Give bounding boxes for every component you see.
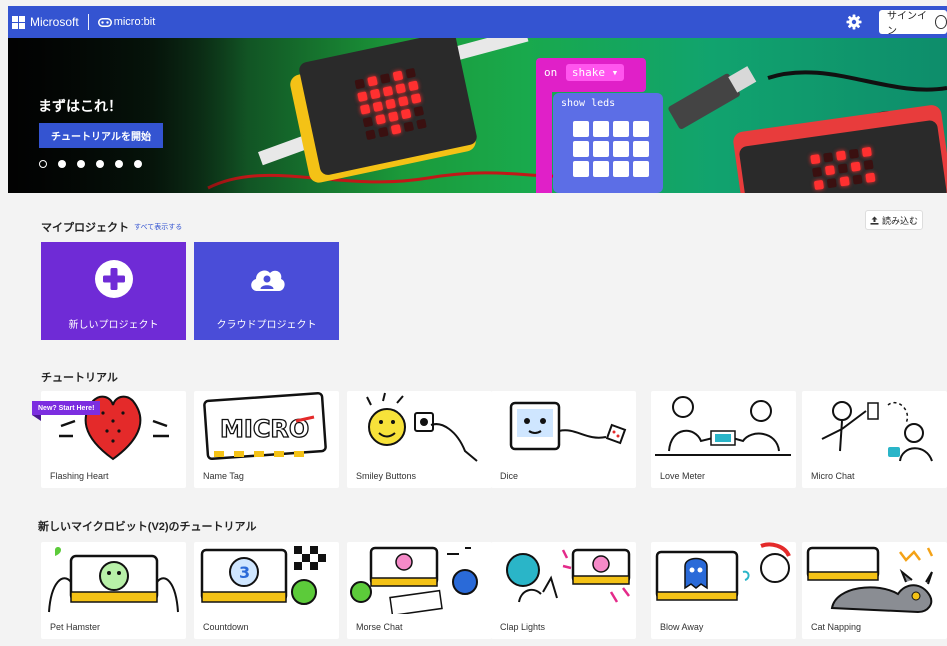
my-projects-title: マイプロジェクト bbox=[41, 222, 129, 234]
clap-lights-illustration bbox=[506, 548, 631, 603]
signin-button[interactable]: サインイン bbox=[879, 10, 947, 37]
tutorial-card-name-tag[interactable]: MICRO Name Tag bbox=[194, 391, 339, 488]
hero-banner: on shake ▾ show leds まずはこれ！ チュートリアルを開始 bbox=[8, 38, 947, 193]
code-block-on-shake: on shake ▾ bbox=[536, 58, 646, 92]
v2-tutorials-title: 新しいマイクロビット(V2)のチュートリアル bbox=[38, 521, 257, 533]
carousel-dots bbox=[39, 160, 142, 168]
svg-text:MICRO: MICRO bbox=[220, 415, 309, 443]
new-start-here-badge: New? Start Here! bbox=[32, 401, 101, 415]
svg-text:3: 3 bbox=[239, 563, 250, 582]
carousel-dot-4[interactable] bbox=[96, 160, 104, 168]
microsoft-text: Microsoft bbox=[30, 15, 79, 29]
tutorial-caption: Cat Napping bbox=[811, 622, 862, 632]
code-block-stem bbox=[536, 88, 552, 193]
import-label: 読み込む bbox=[881, 215, 918, 226]
ribbon-fold bbox=[32, 415, 41, 421]
start-tutorial-button[interactable]: チュートリアルを開始 bbox=[39, 123, 163, 148]
gear-icon[interactable] bbox=[845, 13, 863, 31]
cloud-user-icon bbox=[250, 270, 285, 291]
tutorial-card-pet-hamster[interactable]: Pet Hamster bbox=[41, 542, 186, 639]
tutorial-caption: Smiley Buttons bbox=[356, 471, 417, 481]
carousel-dot-1[interactable] bbox=[39, 160, 47, 168]
tutorial-caption: Countdown bbox=[203, 622, 249, 632]
tutorial-card-morse-chat[interactable]: Morse Chat bbox=[347, 542, 492, 639]
microsoft-squares-icon bbox=[12, 15, 25, 29]
carousel-dot-6[interactable] bbox=[134, 160, 142, 168]
micro-chat-illustration bbox=[821, 401, 933, 462]
upload-icon bbox=[870, 216, 879, 225]
top-bar: Microsoft micro:bit サインイン bbox=[8, 6, 947, 38]
carousel-dot-5[interactable] bbox=[115, 160, 123, 168]
tutorial-caption: Pet Hamster bbox=[50, 622, 101, 632]
import-button[interactable]: 読み込む bbox=[865, 210, 923, 230]
microbit-text: micro:bit bbox=[113, 16, 156, 28]
tutorial-card-cat-napping[interactable]: Cat Napping bbox=[802, 542, 947, 639]
microbit-icon bbox=[97, 17, 112, 27]
plus-circle-icon bbox=[94, 260, 133, 298]
cloud-project-label: クラウドプロジェクト bbox=[216, 320, 317, 331]
love-meter-illustration bbox=[655, 396, 791, 456]
tutorial-caption: Love Meter bbox=[660, 471, 706, 481]
led-heart-grid bbox=[354, 67, 427, 141]
microbit-logo[interactable]: micro:bit bbox=[97, 16, 156, 28]
tutorial-card-dice[interactable]: Dice bbox=[491, 391, 636, 488]
smiley-button-illustration bbox=[366, 392, 478, 462]
tutorials-title: チュートリアル bbox=[41, 372, 118, 384]
new-project-card[interactable]: 新しいプロジェクト bbox=[41, 242, 186, 340]
tutorial-card-clap-lights[interactable]: Clap Lights bbox=[491, 542, 636, 639]
tutorial-caption: Dice bbox=[500, 471, 519, 481]
tutorial-caption: Morse Chat bbox=[356, 622, 403, 632]
tutorial-caption: Flashing Heart bbox=[50, 471, 109, 481]
blow-away-illustration bbox=[655, 542, 791, 601]
microsoft-logo[interactable]: Microsoft bbox=[12, 15, 79, 29]
show-leds-grid bbox=[573, 121, 655, 177]
pet-hamster-illustration bbox=[48, 547, 179, 613]
tutorial-caption: Clap Lights bbox=[500, 622, 546, 632]
signin-label: サインイン bbox=[887, 11, 927, 37]
code-block-show-leds: show leds bbox=[553, 93, 663, 193]
countdown-illustration: 3 bbox=[200, 546, 326, 605]
user-avatar-icon bbox=[934, 15, 947, 29]
morse-chat-illustration bbox=[350, 546, 478, 614]
led-board-right-grid bbox=[810, 146, 876, 191]
hero-title: まずはこれ！ bbox=[38, 98, 122, 114]
tutorial-caption: Micro Chat bbox=[811, 471, 855, 481]
tutorial-caption: Blow Away bbox=[660, 622, 704, 632]
tutorial-card-love-meter[interactable]: Love Meter bbox=[651, 391, 796, 488]
dice-illustration bbox=[509, 401, 627, 451]
tutorial-caption: Name Tag bbox=[203, 471, 244, 481]
tutorial-card-blow-away[interactable]: Blow Away bbox=[651, 542, 796, 639]
header-divider bbox=[87, 14, 89, 30]
name-tag-illustration: MICRO bbox=[203, 391, 327, 461]
cat-napping-illustration bbox=[806, 546, 934, 614]
tutorial-card-micro-chat[interactable]: Micro Chat bbox=[802, 391, 947, 488]
carousel-dot-3[interactable] bbox=[77, 160, 85, 168]
see-all-link[interactable]: すべて表示する bbox=[134, 222, 182, 232]
tutorial-card-countdown[interactable]: 3 Countdown bbox=[194, 542, 339, 639]
carousel-dot-2[interactable] bbox=[58, 160, 66, 168]
tutorial-card-smiley-buttons[interactable]: Smiley Buttons bbox=[347, 391, 492, 488]
new-project-label: 新しいプロジェクト bbox=[68, 320, 159, 331]
cloud-project-card[interactable]: クラウドプロジェクト bbox=[194, 242, 339, 340]
